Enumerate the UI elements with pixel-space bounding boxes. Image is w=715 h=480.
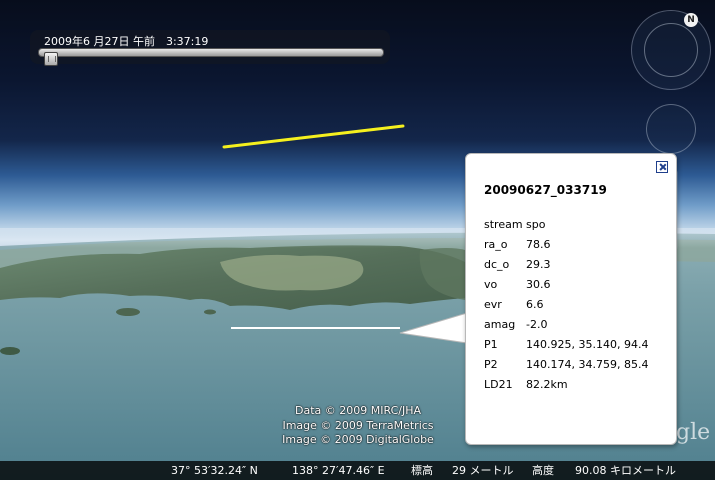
balloon-row: P2 140.174, 34.759, 85.4 <box>484 354 672 374</box>
balloon-row-value: 30.6 <box>526 278 551 291</box>
balloon-row-key: ra_o <box>484 238 508 251</box>
balloon-row-key: LD21 <box>484 378 513 391</box>
google-logo: gle <box>676 420 711 445</box>
balloon-row-key: P1 <box>484 338 498 351</box>
balloon-row-value: 140.925, 35.140, 94.4 <box>526 338 649 351</box>
balloon-row: vo 30.6 <box>484 274 672 294</box>
time-slider-track[interactable] <box>38 48 384 57</box>
time-slider-thumb[interactable] <box>43 52 58 66</box>
elevation-value: 29 メートル <box>452 464 514 477</box>
earth-view[interactable]: 2009年6 月27日 午前 3:37:19 N Data © 2009 MIR… <box>0 0 715 480</box>
balloon-row-key: P2 <box>484 358 498 371</box>
navigation-compass-inner[interactable] <box>644 23 698 77</box>
balloon-row-key: evr <box>484 298 502 311</box>
time-slider-label: 2009年6 月27日 午前 3:37:19 <box>44 35 209 48</box>
balloon-row-key: dc_o <box>484 258 510 271</box>
balloon-row-value: 29.3 <box>526 258 551 271</box>
balloon-row: P1 140.925, 35.140, 94.4 <box>484 334 672 354</box>
balloon-row-key: vo <box>484 278 498 291</box>
balloon-row-value: spo <box>526 218 546 231</box>
north-icon[interactable]: N <box>684 13 698 27</box>
balloon-row: LD21 82.2km <box>484 374 672 394</box>
attribution-line: Image © 2009 DigitalGlobe <box>282 433 434 446</box>
island <box>116 308 140 316</box>
balloon-row: dc_o 29.3 <box>484 254 672 274</box>
status-bar: 37° 53′32.24″ N 138° 27′47.46″ E 標高 29 メ… <box>0 461 715 480</box>
balloon-row-key: stream <box>484 218 523 231</box>
latitude-readout: 37° 53′32.24″ N <box>171 464 258 477</box>
balloon-row-value: 78.6 <box>526 238 551 251</box>
close-icon[interactable] <box>656 161 668 173</box>
balloon-row-key: amag <box>484 318 516 331</box>
elevation-label: 標高 <box>411 464 433 477</box>
imagery-attribution: Data © 2009 MIRC/JHA Image © 2009 TerraM… <box>260 404 456 448</box>
placemark-balloon: 20090627_033719 stream spo ra_o 78.6 dc_o 29.… <box>465 153 677 445</box>
meteor-track-line <box>222 124 405 149</box>
longitude-readout: 138° 27′47.46″ E <box>292 464 385 477</box>
attribution-line: Image © 2009 TerraMetrics <box>282 418 434 432</box>
navigation-compass-ring[interactable]: N <box>631 10 711 90</box>
island <box>204 309 216 315</box>
island <box>0 347 20 355</box>
balloon-row-value: 82.2km <box>526 378 568 391</box>
altitude-label: 高度 <box>532 464 554 477</box>
balloon-row: amag -2.0 <box>484 314 672 334</box>
balloon-title: 20090627_033719 <box>484 183 607 197</box>
balloon-row: stream spo <box>484 214 672 234</box>
look-joystick-icon[interactable] <box>646 104 696 154</box>
altitude-value: 90.08 キロメートル <box>575 464 676 477</box>
attribution-line: Data © 2009 MIRC/JHA <box>294 404 421 417</box>
balloon-row-value: 6.6 <box>526 298 544 311</box>
time-slider[interactable]: 2009年6 月27日 午前 3:37:19 <box>30 30 390 66</box>
balloon-row-value: 140.174, 34.759, 85.4 <box>526 358 649 371</box>
balloon-row: evr 6.6 <box>484 294 672 314</box>
balloon-attributes-table: stream spo ra_o 78.6 dc_o 29.3 vo 30.6 evr 6.6 ama… <box>484 214 672 394</box>
balloon-row: ra_o 78.6 <box>484 234 672 254</box>
balloon-row-value: -2.0 <box>526 318 548 331</box>
